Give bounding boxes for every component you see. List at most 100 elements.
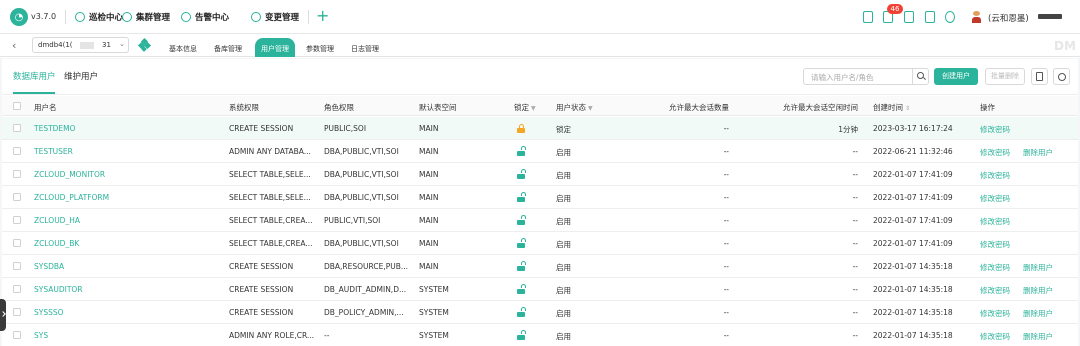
change-password-link[interactable]: 修改密码 [980,308,1010,319]
user-name-link[interactable]: ZCLOUD_HA [34,216,219,225]
max-sessions: -- [723,170,729,179]
unlock-icon[interactable] [517,330,526,340]
avatar[interactable] [972,11,981,23]
change-password-link[interactable]: 修改密码 [980,147,1010,158]
unlock-icon[interactable] [517,238,526,248]
search-icon[interactable] [912,69,929,84]
user-name-link[interactable]: SYSDBA [34,262,219,271]
row-checkbox[interactable] [13,147,21,155]
nav-alert[interactable]: 告警中心 [181,11,229,23]
sidebar-toggle[interactable] [0,299,6,331]
row-checkbox[interactable] [13,170,21,178]
col-lock-label: 锁定 [514,103,529,112]
divider [2,94,1078,95]
unlock-icon[interactable] [517,146,526,156]
sort-icon[interactable]: ⇕ [905,105,910,112]
user-name[interactable]: (云和恩墨) [988,12,1029,24]
create-user-button[interactable]: 创建用户 [934,68,978,85]
row-checkbox[interactable] [13,331,21,339]
filter-icon[interactable]: ▼ [531,105,536,112]
database-icon[interactable] [137,37,152,52]
delete-user-link[interactable]: 删除用户 [1023,308,1053,319]
tab-user-management[interactable]: 用户管理 [255,38,295,57]
table-row[interactable]: SYSAUDITOR CREATE SESSION DB_AUDIT_ADMIN… [2,278,1078,301]
nav-cluster[interactable]: 集群管理 [122,11,170,23]
table-row[interactable]: ZCLOUD_MONITOR SELECT TABLE,SELE... DBA,… [2,163,1078,186]
user-name-link[interactable]: SYSSSO [34,308,219,317]
change-password-link[interactable]: 修改密码 [980,239,1010,250]
table-row[interactable]: SYS ADMIN ANY ROLE,CR... -- SYSTEM 启用 --… [2,324,1078,346]
change-password-link[interactable]: 修改密码 [980,285,1010,296]
select-all-checkbox[interactable] [13,102,21,110]
lock-icon[interactable] [517,124,525,133]
back-icon[interactable]: ‹ [12,39,16,52]
user-name-link[interactable]: ZCLOUD_BK [34,239,219,248]
tab-db-users[interactable]: 数据库用户 [13,70,56,82]
settings-icon[interactable] [1053,68,1070,85]
filter-icon[interactable]: ▼ [588,105,593,112]
change-password-link[interactable]: 修改密码 [980,216,1010,227]
row-checkbox[interactable] [13,193,21,201]
unlock-icon[interactable] [517,169,526,179]
user-name-link[interactable]: SYSAUDITOR [34,285,219,294]
nav-change[interactable]: 变更管理 [251,11,299,23]
table-row[interactable]: TESTDEMO CREATE SESSION PUBLIC,SOI MAIN … [2,117,1078,140]
tablespace: SYSTEM [419,331,449,340]
col-created[interactable]: 创建时间 ⇕ [873,102,910,113]
export-icon[interactable] [1031,68,1048,85]
row-checkbox[interactable] [13,308,21,316]
row-checkbox[interactable] [13,124,21,132]
tab-logs[interactable]: 日志管理 [345,38,385,57]
change-password-link[interactable]: 修改密码 [980,124,1010,135]
table-row[interactable]: ZCLOUD_HA SELECT TABLE,CREA... PUBLIC,VT… [2,209,1078,232]
delete-user-link[interactable]: 删除用户 [1023,262,1053,273]
search-input[interactable]: 请输入用户名/角色 [803,68,929,85]
table-row[interactable]: ZCLOUD_BK SELECT TABLE,CREA... DBA,PUBLI… [2,232,1078,255]
unlock-icon[interactable] [517,215,526,225]
user-name-link[interactable]: ZCLOUD_MONITOR [34,170,219,179]
row-checkbox[interactable] [13,216,21,224]
role-priv: DB_POLICY_ADMIN,... [324,308,404,317]
table-row[interactable]: TESTUSER ADMIN ANY DATABA... DBA,PUBLIC,… [2,140,1078,163]
clipboard-icon[interactable] [904,11,914,23]
monitor-icon[interactable] [925,11,935,23]
col-status[interactable]: 用户状态 ▼ [556,102,593,113]
search-placeholder: 请输入用户名/角色 [811,73,874,82]
delete-user-link[interactable]: 删除用户 [1023,331,1053,342]
table-row[interactable]: SYSSSO CREATE SESSION DB_POLICY_ADMIN,..… [2,301,1078,324]
user-name-link[interactable]: TESTDEMO [34,124,219,133]
delete-user-link[interactable]: 删除用户 [1023,147,1053,158]
change-password-link[interactable]: 修改密码 [980,262,1010,273]
gear-icon[interactable] [945,11,955,23]
user-name-link[interactable]: ZCLOUD_PLATFORM [34,193,219,202]
user-name-link[interactable]: SYS [34,331,219,340]
nav-inspection[interactable]: 巡检中心 [75,11,123,23]
tab-basic-info[interactable]: 基本信息 [163,38,203,57]
unlock-icon[interactable] [517,307,526,317]
batch-delete-button[interactable]: 批量删除 [985,68,1025,85]
change-password-link[interactable]: 修改密码 [980,331,1010,342]
table-row[interactable]: SYSDBA CREATE SESSION DBA,RESOURCE,PUB..… [2,255,1078,278]
unlock-icon[interactable] [517,192,526,202]
table-row[interactable]: ZCLOUD_PLATFORM SELECT TABLE,SELE... DBA… [2,186,1078,209]
unlock-icon[interactable] [517,261,526,271]
delete-user-link[interactable]: 删除用户 [1023,285,1053,296]
db-select[interactable]: dmdb4(1( 31 ⌄ [32,37,129,53]
document-icon[interactable] [863,11,873,23]
unlock-icon[interactable] [517,284,526,294]
created-time: 2022-01-07 17:41:09 [873,216,953,225]
row-checkbox[interactable] [13,262,21,270]
tab-maintenance-users[interactable]: 维护用户 [64,70,98,82]
row-checkbox[interactable] [13,239,21,247]
tab-standby[interactable]: 备库管理 [208,38,248,57]
divider [308,10,309,24]
change-password-link[interactable]: 修改密码 [980,193,1010,204]
app-logo[interactable]: ◔ [10,8,28,26]
sys-priv: SELECT TABLE,SELE... [229,170,311,179]
tab-parameters[interactable]: 参数管理 [300,38,340,57]
change-password-link[interactable]: 修改密码 [980,170,1010,181]
col-lock[interactable]: 锁定 ▼ [514,102,536,113]
add-icon[interactable]: + [316,7,329,25]
row-checkbox[interactable] [13,285,21,293]
user-name-link[interactable]: TESTUSER [34,147,219,156]
